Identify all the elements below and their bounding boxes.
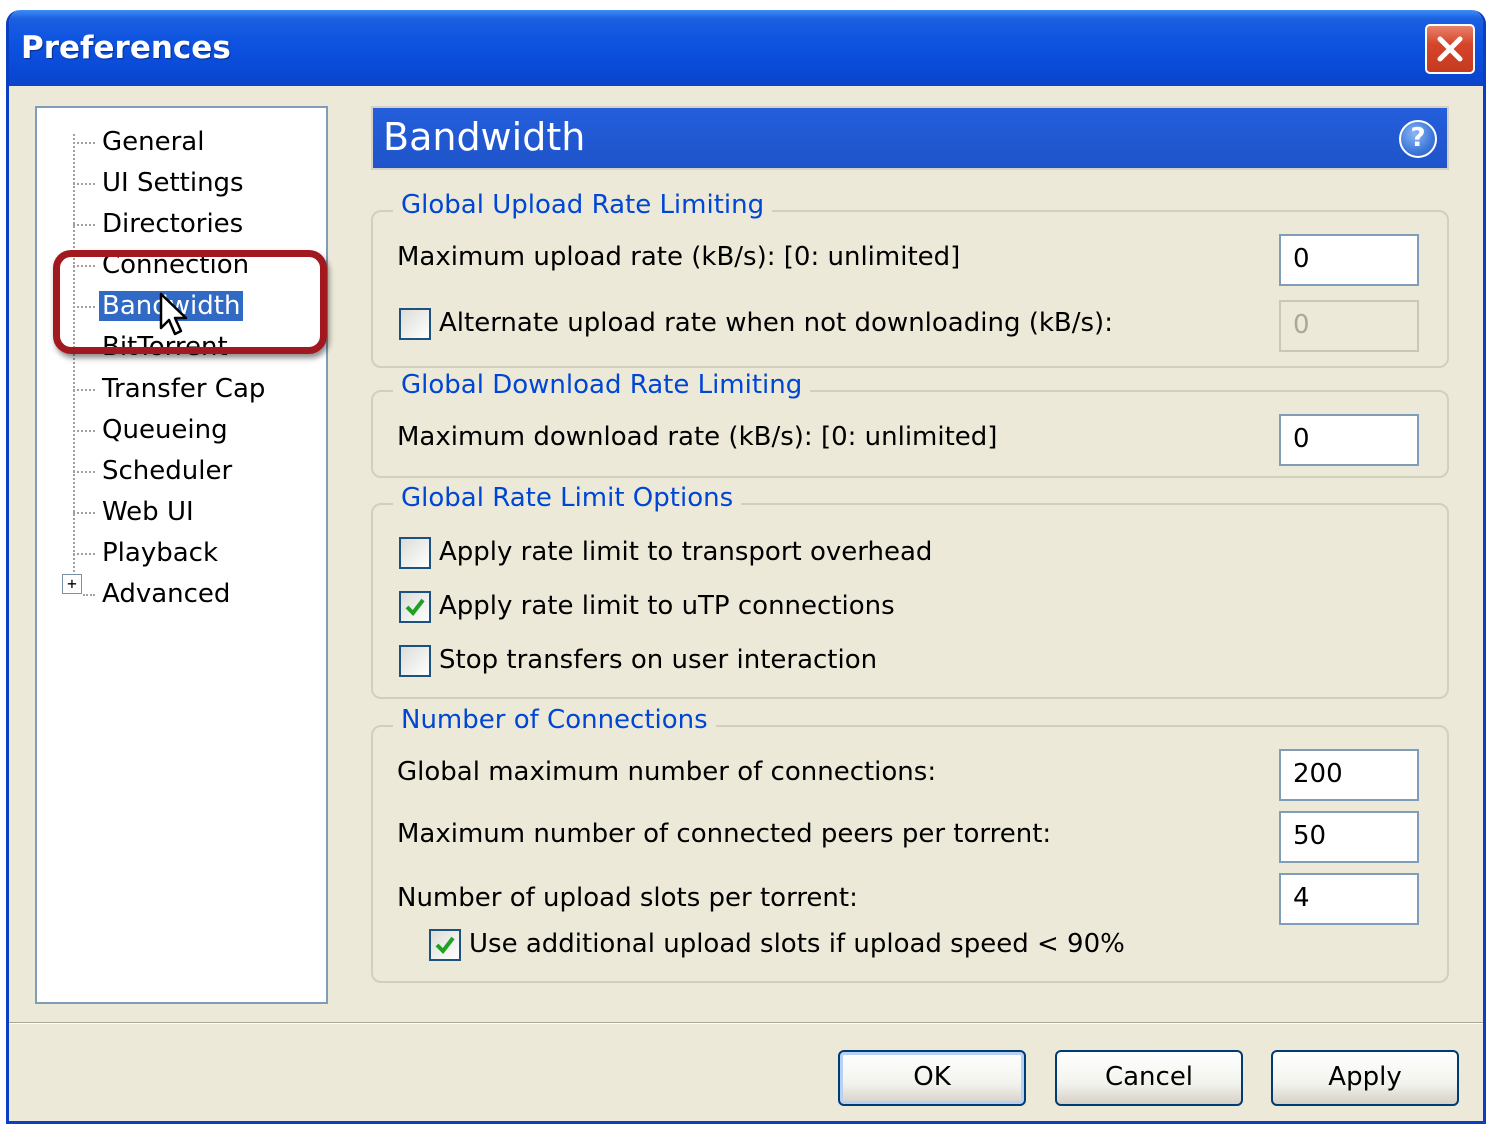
preferences-window: Preferences General UI Settings Director… [6, 10, 1486, 1124]
stop-transfers-label: Stop transfers on user interaction [439, 645, 878, 675]
stop-transfers-checkbox[interactable] [399, 645, 431, 677]
max-upload-label: Maximum upload rate (kB/s): [0: unlimite… [397, 242, 961, 272]
tree-branch [73, 553, 95, 555]
tree-item-playback[interactable]: Playback [37, 535, 326, 571]
tree-branch [83, 594, 95, 596]
tree-item-label: Scheduler [102, 456, 233, 486]
tree-item-label: Playback [102, 538, 219, 568]
close-icon [1437, 36, 1463, 62]
tree-item-scheduler[interactable]: Scheduler [37, 453, 326, 489]
highlight-annotation [53, 250, 327, 354]
alt-upload-label: Alternate upload rate when not downloadi… [439, 308, 1113, 338]
rate-limit-options-group: Global Rate Limit Options Apply rate lim… [371, 483, 1449, 699]
group-title: Number of Connections [393, 705, 716, 735]
tree-item-label: UI Settings [102, 168, 244, 198]
tree-branch [73, 142, 95, 144]
tree-branch [73, 512, 95, 514]
peers-per-torrent-label: Maximum number of connected peers per to… [397, 819, 1052, 849]
group-title: Global Rate Limit Options [393, 483, 742, 513]
tree-item-transfer-cap[interactable]: Transfer Cap [37, 371, 326, 407]
close-button[interactable] [1425, 24, 1475, 74]
tree-branch [73, 224, 95, 226]
group-title: Global Upload Rate Limiting [393, 190, 773, 220]
global-connections-label: Global maximum number of connections: [397, 757, 937, 787]
mouse-pointer-icon [159, 292, 189, 342]
download-rate-group: Global Download Rate Limiting Maximum do… [371, 370, 1449, 478]
alt-upload-input[interactable]: 0 [1279, 300, 1419, 352]
peers-per-torrent-input[interactable]: 50 [1279, 811, 1419, 863]
max-download-label: Maximum download rate (kB/s): [0: unlimi… [397, 422, 998, 452]
tree-branch [73, 430, 95, 432]
cancel-button[interactable]: Cancel [1055, 1050, 1243, 1106]
help-icon[interactable]: ? [1399, 120, 1437, 158]
transport-overhead-checkbox[interactable] [399, 537, 431, 569]
tree-item-label: General [102, 127, 205, 157]
connections-group: Number of Connections Global maximum num… [371, 705, 1449, 983]
upload-slots-input[interactable]: 4 [1279, 873, 1419, 925]
tree-branch [73, 389, 95, 391]
utp-label: Apply rate limit to uTP connections [439, 591, 895, 621]
additional-slots-checkbox[interactable] [429, 929, 461, 961]
check-icon [405, 598, 425, 617]
tree-item-label: Web UI [102, 497, 194, 527]
apply-button[interactable]: Apply [1271, 1050, 1459, 1106]
upload-rate-group: Global Upload Rate Limiting Maximum uplo… [371, 190, 1449, 368]
tree-item-label: Transfer Cap [102, 374, 266, 404]
ok-button[interactable]: OK [838, 1050, 1026, 1106]
transport-overhead-label: Apply rate limit to transport overhead [439, 537, 933, 567]
global-connections-input[interactable]: 200 [1279, 749, 1419, 801]
tree-item-label: Advanced [102, 579, 231, 609]
title-bar[interactable]: Preferences [9, 10, 1483, 86]
tree-item-queueing[interactable]: Queueing [37, 412, 326, 448]
tree-item-directories[interactable]: Directories [37, 206, 326, 242]
group-title: Global Download Rate Limiting [393, 370, 811, 400]
tree-item-general[interactable]: General [37, 124, 326, 160]
tree-branch [73, 471, 95, 473]
check-icon [435, 936, 455, 955]
max-download-input[interactable]: 0 [1279, 414, 1419, 466]
tree-item-ui-settings[interactable]: UI Settings [37, 165, 326, 201]
category-tree[interactable]: General UI Settings Directories Connecti… [35, 106, 328, 1004]
tree-branch [73, 183, 95, 185]
window-title: Preferences [21, 30, 231, 66]
additional-slots-label: Use additional upload slots if upload sp… [469, 929, 1125, 959]
expand-plus-icon[interactable]: + [62, 574, 82, 594]
tree-item-label: Queueing [102, 415, 228, 445]
section-header: Bandwidth ? [371, 106, 1449, 170]
tree-item-label: Directories [102, 209, 244, 239]
upload-slots-label: Number of upload slots per torrent: [397, 883, 858, 913]
utp-checkbox[interactable] [399, 591, 431, 623]
footer-divider [9, 1022, 1483, 1024]
tree-item-web-ui[interactable]: Web UI [37, 494, 326, 530]
alt-upload-checkbox[interactable] [399, 308, 431, 340]
section-title: Bandwidth [383, 115, 586, 159]
max-upload-input[interactable]: 0 [1279, 234, 1419, 286]
